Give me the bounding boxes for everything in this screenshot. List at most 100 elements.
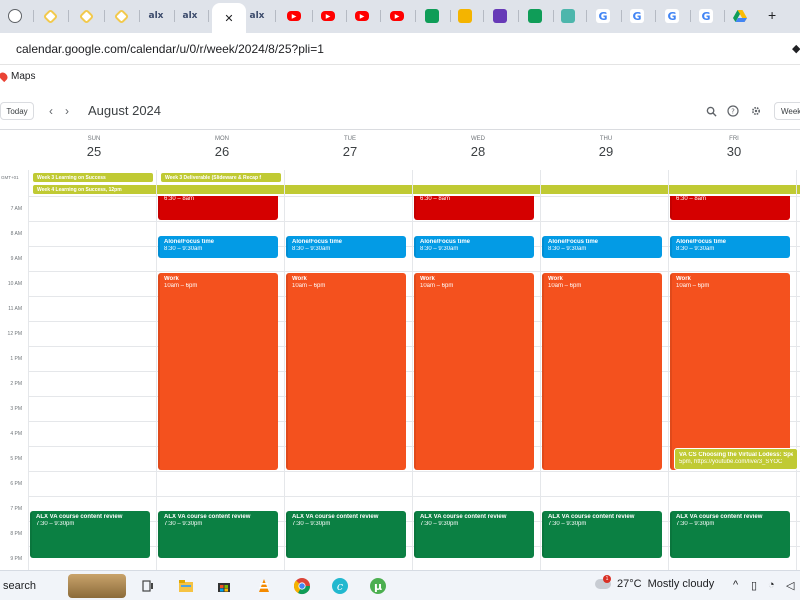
browser-tab[interactable]: ▶ <box>351 5 373 27</box>
browser-tab[interactable] <box>110 5 132 27</box>
settings-gear-icon[interactable] <box>749 104 763 118</box>
day-number[interactable]: 26 <box>158 144 286 159</box>
day-number[interactable]: 29 <box>542 144 670 159</box>
day-header[interactable]: WED 28 <box>414 130 542 170</box>
google-icon: G <box>665 9 679 23</box>
search-highlight-image[interactable] <box>68 574 126 598</box>
hour-label: 11 AM <box>8 306 22 312</box>
day-number[interactable]: 30 <box>670 144 798 159</box>
close-tab-icon[interactable]: ✕ <box>224 12 233 25</box>
sheets-icon <box>425 9 439 23</box>
battery-icon[interactable]: ▯ <box>751 579 757 592</box>
tab-separator <box>586 10 587 22</box>
event-title: Alone/Focus time <box>420 238 471 245</box>
taskbar-search-box[interactable]: search <box>3 580 36 592</box>
calendar-event[interactable]: Work 10am – 6pm <box>286 273 406 470</box>
chrome-icon[interactable] <box>292 576 312 596</box>
calendar-event[interactable]: ALX VA course content review 7:30 – 9:30p… <box>670 510 790 558</box>
address-bar[interactable]: calendar.google.com/calendar/u/0/r/week/… <box>0 33 800 65</box>
day-number[interactable]: 27 <box>286 144 414 159</box>
browser-tab[interactable] <box>39 5 61 27</box>
browser-tab[interactable] <box>454 5 476 27</box>
calendar-event[interactable]: Exercise6:30 – 8am <box>414 196 534 220</box>
calendar-event[interactable]: Alone/Focus time 8:30 – 9:30am <box>542 235 662 258</box>
calendar-event[interactable]: VA CS Choosing the Virtual Lodess: Spe 5p… <box>674 448 798 470</box>
all-day-event[interactable]: Week 4 Learning on Success, 12pm <box>33 185 800 194</box>
microsoft-store-icon[interactable] <box>214 576 234 596</box>
browser-tab[interactable] <box>557 5 579 27</box>
url-text[interactable]: calendar.google.com/calendar/u/0/r/week/… <box>16 42 324 56</box>
browser-tab[interactable]: ▶ <box>317 5 339 27</box>
day-header[interactable]: SUN 25 <box>30 130 158 170</box>
calendar-event[interactable]: ALX VA course content review 7:30 – 9:30p… <box>542 510 662 558</box>
calendar-event[interactable]: Alone/Focus time 8:30 – 9:30am <box>414 235 534 258</box>
calendar-event[interactable]: Exercise6:30 – 8am <box>670 196 790 220</box>
calendar-event[interactable]: Work 10am – 6pm <box>670 273 790 470</box>
calendar-event[interactable]: ALX VA course content review 7:30 – 9:30p… <box>158 510 278 558</box>
day-of-week-label: WED <box>471 136 485 142</box>
browser-tab[interactable] <box>524 5 546 27</box>
weather-widget[interactable]: 27°C Mostly cloudy <box>595 578 714 590</box>
browser-tab[interactable] <box>75 5 97 27</box>
utorrent-icon[interactable]: µ <box>368 576 388 596</box>
day-header[interactable]: THU 29 <box>542 130 670 170</box>
browser-tab[interactable]: G <box>661 5 683 27</box>
bookmark-maps[interactable]: Maps <box>0 70 35 83</box>
hour-label: 9 PM <box>10 556 22 562</box>
all-day-event[interactable]: Week 3 Deliverable (Slideware & Recap f <box>161 173 281 182</box>
event-time: 6:30 – 8am <box>164 196 195 202</box>
browser-tab[interactable]: alx <box>179 5 201 27</box>
network-icon[interactable]: ◔ <box>768 579 775 591</box>
browser-tab[interactable]: G <box>626 5 648 27</box>
calendar-event[interactable]: ALX VA course content review 7:30 – 9:30p… <box>414 510 534 558</box>
show-hidden-icons-chevron-icon[interactable]: ^ <box>733 579 738 591</box>
calendar-event[interactable]: Work 10am – 6pm <box>158 273 278 470</box>
view-selector[interactable]: Week <box>774 102 800 120</box>
browser-tab[interactable]: ▶ <box>386 5 408 27</box>
task-view-icon[interactable] <box>138 576 158 596</box>
calendar-event[interactable]: Work 10am – 6pm <box>414 273 534 470</box>
day-header[interactable]: FRI 30 <box>670 130 798 170</box>
event-time: 6:30 – 8am <box>420 196 451 202</box>
event-title: ALX VA course content review <box>164 513 251 520</box>
browser-tab[interactable]: alx <box>145 5 167 27</box>
browser-tab[interactable]: G <box>592 5 614 27</box>
event-title: ALX VA course content review <box>420 513 507 520</box>
calendar-event[interactable]: Alone/Focus time 8:30 – 9:30am <box>158 235 278 258</box>
browser-tab[interactable] <box>729 5 751 27</box>
volume-icon[interactable]: ◁ <box>786 579 794 592</box>
day-header[interactable]: MON 26 <box>158 130 286 170</box>
calendar-event[interactable]: Work 10am – 6pm <box>542 273 662 470</box>
browser-tab[interactable]: ▶ <box>283 5 305 27</box>
active-tab[interactable]: ✕ <box>212 3 246 33</box>
new-tab-button[interactable]: + <box>768 7 776 23</box>
browser-tab[interactable] <box>4 5 26 27</box>
browser-tab[interactable] <box>421 5 443 27</box>
search-icon[interactable] <box>704 104 718 118</box>
browser-tab[interactable]: G <box>695 5 717 27</box>
calendar-event[interactable]: Exercise6:30 – 8am <box>158 196 278 220</box>
day-of-week-label: SUN <box>87 136 101 142</box>
help-icon[interactable]: ? <box>726 104 740 118</box>
all-day-event[interactable]: Week 3 Learning on Success <box>33 173 153 182</box>
vlc-icon[interactable] <box>254 576 274 596</box>
notification-badge: 1 <box>603 575 611 583</box>
extension-icon[interactable]: ◆ <box>792 42 800 55</box>
day-number[interactable]: 25 <box>30 144 158 159</box>
next-week-button[interactable]: › <box>65 104 69 118</box>
prev-week-button[interactable]: ‹ <box>49 104 53 118</box>
calendar-event[interactable]: ALX VA course content review 7:30 – 9:30p… <box>286 510 406 558</box>
browser-tab[interactable]: alx <box>246 5 268 27</box>
file-explorer-icon[interactable] <box>176 576 196 596</box>
time-grid[interactable]: 7 AM 8 AM 9 AM 10 AM 11 AM 12 PM 1 PM 2 PM 3 PM 4… <box>0 196 800 570</box>
day-number[interactable]: 28 <box>414 144 542 159</box>
event-time: 8:30 – 9:30am <box>164 245 203 252</box>
browser-tab[interactable] <box>489 5 511 27</box>
tab-separator <box>415 10 416 22</box>
day-header[interactable]: TUE 27 <box>286 130 414 170</box>
calendar-event[interactable]: ALX VA course content review 7:30 – 9:30p… <box>30 510 150 558</box>
canva-icon[interactable]: c <box>330 576 350 596</box>
calendar-event[interactable]: Alone/Focus time 8:30 – 9:30am <box>286 235 406 258</box>
calendar-event[interactable]: Alone/Focus time 8:30 – 9:30am <box>670 235 790 258</box>
today-button[interactable]: Today <box>0 102 34 120</box>
